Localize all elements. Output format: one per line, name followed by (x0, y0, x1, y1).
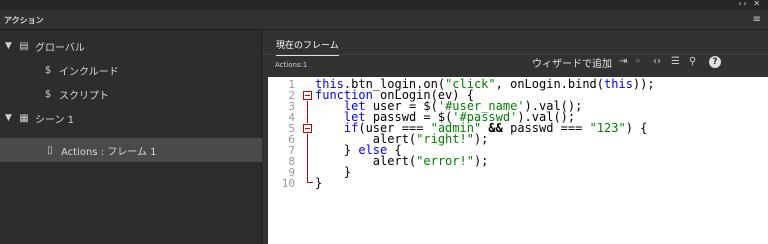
line-number: 10 (281, 177, 295, 190)
tree-item-label: インクルード (59, 66, 119, 78)
code-token: passwd === (502, 121, 590, 135)
fold-toggle-if[interactable] (303, 124, 313, 134)
code-line[interactable]: } (315, 166, 655, 178)
frame-icon: ▯ (47, 144, 53, 156)
code-brackets-icon[interactable]: ‹› (653, 56, 661, 67)
add-with-wizard-button[interactable]: ウィザードで追加 (532, 55, 612, 70)
tree-item-actions-frame-1[interactable]: ▯ Actions : フレーム 1 (0, 138, 262, 162)
code-token: "right!" (416, 132, 474, 146)
pin-icon[interactable]: ⇥ (619, 56, 627, 67)
fold-toggle-function[interactable] (303, 91, 313, 101)
code-token: , onLogin.bind( (495, 77, 605, 91)
script-location-label: Actions:1 (275, 61, 308, 69)
code-line[interactable]: } (315, 176, 655, 190)
code-token: ); (473, 154, 489, 168)
code-text[interactable]: this.btn_login.on("click", onLogin.bind(… (315, 77, 655, 190)
code-token: } (315, 176, 323, 190)
collapse-icon (303, 91, 312, 100)
search-icon[interactable]: ⚲ (689, 56, 696, 67)
tree-item-script[interactable]: $ スクリプト (0, 82, 262, 106)
tree-item-global[interactable]: ▼ ▤ グローバル (0, 34, 262, 58)
chevron-down-icon[interactable]: ▼ (5, 113, 15, 123)
document-icon: ▤ (19, 40, 29, 52)
script-icon: $ (44, 88, 52, 100)
fold-guide (307, 101, 308, 123)
code-line[interactable]: alert("error!"); (315, 154, 655, 168)
chevron-down-icon[interactable]: ▼ (5, 41, 15, 51)
window-controls[interactable]: ‹‹ ✕ (738, 0, 762, 8)
code-token: ); (473, 132, 489, 146)
fold-guide (307, 134, 308, 178)
code-token: )); (632, 77, 655, 91)
actions-editor-panel: 現在のフレーム Actions:1 ウィザードで追加 ⇥ ⌖ ‹› ☰ ⚲ ? … (263, 31, 768, 244)
code-token: this (604, 77, 633, 91)
code-editor[interactable]: 1 2 3 4 5 6 7 8 9 10 this.btn_login.on("… (268, 77, 768, 244)
line-number-gutter: 1 2 3 4 5 6 7 8 9 10 (268, 77, 313, 244)
hamburger-icon[interactable]: ≡ (753, 14, 761, 25)
script-navigator: ▼ ▤ グローバル $ インクルード $ スクリプト ▼ ▦ シーン 1 ▯ A… (0, 31, 262, 244)
code-token: "error!" (416, 154, 474, 168)
code-token: && (488, 121, 503, 135)
tree-item-include[interactable]: $ インクルード (0, 58, 262, 82)
panel-title-bar: アクション ≡ (0, 10, 768, 30)
format-icon[interactable]: ☰ (671, 56, 680, 67)
divider (263, 54, 768, 55)
scene-icon: ▦ (19, 112, 29, 124)
tree-item-label: Actions : フレーム 1 (61, 146, 157, 158)
target-icon[interactable]: ⌖ (635, 56, 641, 67)
tree-item-label: スクリプト (59, 90, 109, 102)
tree-item-label: シーン 1 (35, 114, 75, 126)
include-script-icon: $ (44, 64, 52, 76)
code-token: ) { (625, 121, 648, 135)
tree-item-label: グローバル (35, 42, 85, 54)
collapse-icon (303, 124, 312, 133)
panel-title: アクション (4, 16, 44, 25)
help-icon[interactable]: ? (709, 56, 721, 68)
window-top-bar: ‹‹ ✕ (0, 0, 768, 10)
fold-end (307, 178, 313, 183)
tree-item-scene-1[interactable]: ▼ ▦ シーン 1 (0, 106, 262, 130)
code-token: "123" (589, 121, 626, 135)
